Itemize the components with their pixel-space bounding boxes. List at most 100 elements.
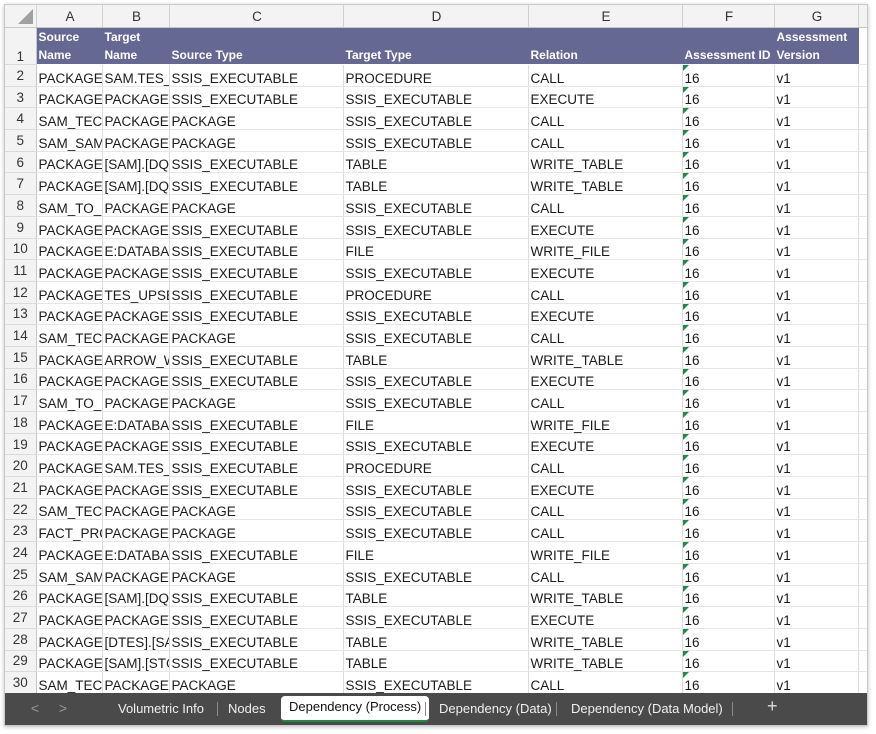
data-cell[interactable]: TABLE xyxy=(343,650,529,673)
data-cell[interactable]: PACKAGE\ xyxy=(102,259,170,282)
data-cell[interactable]: CALL xyxy=(528,64,683,87)
data-cell[interactable]: E:DATABAS xyxy=(102,411,170,434)
data-cell[interactable]: PACKAGE xyxy=(169,563,344,586)
data-cell[interactable]: [DTES].[SA xyxy=(102,628,170,651)
column-header[interactable]: G xyxy=(774,5,859,28)
data-cell[interactable]: 16 xyxy=(682,303,775,326)
empty-cell[interactable] xyxy=(858,519,867,543)
data-cell[interactable]: 16 xyxy=(682,216,775,239)
data-cell[interactable]: PACKAGE\ xyxy=(36,238,103,261)
row-number[interactable]: 10 xyxy=(5,238,37,261)
data-cell[interactable]: SSIS_EXECUTABLE xyxy=(343,216,529,239)
data-cell[interactable]: 16 xyxy=(682,64,775,87)
data-cell[interactable]: v1 xyxy=(774,346,859,369)
data-cell[interactable]: CALL xyxy=(528,194,683,217)
data-cell[interactable]: SSIS_EXECUTABLE xyxy=(343,324,529,347)
row-number[interactable]: 8 xyxy=(5,194,37,217)
data-cell[interactable]: PACKAGEI xyxy=(36,64,103,87)
data-cell[interactable]: PACKAGEI xyxy=(36,281,103,304)
column-header[interactable]: A xyxy=(36,5,103,28)
data-cell[interactable]: SSIS_EXECUTABLE xyxy=(343,606,529,629)
data-cell[interactable]: SSIS_EXECUTABLE xyxy=(169,151,344,174)
data-cell[interactable]: 16 xyxy=(682,650,775,673)
data-cell[interactable]: SSIS_EXECUTABLE xyxy=(343,368,529,391)
data-cell[interactable]: v1 xyxy=(774,172,859,196)
data-cell[interactable]: CALL xyxy=(528,107,683,131)
data-cell[interactable]: WRITE_TABLE xyxy=(528,151,683,174)
data-cell[interactable]: PACKAGE\ xyxy=(102,368,170,391)
data-cell[interactable]: 16 xyxy=(682,346,775,369)
data-cell[interactable]: EXECUTE xyxy=(528,86,683,109)
data-cell[interactable]: PACKAGE\ xyxy=(102,671,170,693)
data-cell[interactable]: 16 xyxy=(682,476,775,499)
data-cell[interactable]: v1 xyxy=(774,411,859,434)
data-cell[interactable]: WRITE_TABLE xyxy=(528,585,683,608)
data-cell[interactable]: PACKAGE\ xyxy=(102,498,170,521)
data-cell[interactable]: SSIS_EXECUTABLE xyxy=(169,281,344,304)
data-cell[interactable]: 16 xyxy=(682,606,775,629)
row-number[interactable]: 12 xyxy=(5,281,37,304)
data-cell[interactable]: SAM_TO_S xyxy=(36,194,103,217)
row-number[interactable]: 1 xyxy=(5,27,37,65)
data-cell[interactable]: SAM_TECH xyxy=(36,107,103,131)
row-number[interactable]: 3 xyxy=(5,86,37,109)
data-cell[interactable]: SSIS_EXECUTABLE xyxy=(169,585,344,608)
empty-cell[interactable] xyxy=(858,216,867,239)
data-cell[interactable]: WRITE_FILE xyxy=(528,411,683,434)
row-number[interactable]: 5 xyxy=(5,129,37,152)
data-cell[interactable]: SAM_TO_S xyxy=(36,389,103,412)
data-cell[interactable]: PACKAGE\ xyxy=(36,476,103,499)
data-cell[interactable]: v1 xyxy=(774,498,859,521)
data-cell[interactable]: v1 xyxy=(774,563,859,586)
empty-cell[interactable] xyxy=(858,541,867,564)
data-cell[interactable]: SAM_TECH xyxy=(36,671,103,693)
data-cell[interactable]: PACKAGE\ xyxy=(36,86,103,109)
empty-cell[interactable] xyxy=(858,476,867,499)
empty-cell[interactable] xyxy=(858,238,867,261)
data-cell[interactable]: SSIS_EXECUTABLE xyxy=(169,216,344,239)
row-number[interactable]: 4 xyxy=(5,107,37,131)
data-cell[interactable]: SSIS_EXECUTABLE xyxy=(169,346,344,369)
row-number[interactable]: 29 xyxy=(5,650,37,673)
data-cell[interactable]: FILE xyxy=(343,411,529,434)
data-cell[interactable]: 16 xyxy=(682,389,775,412)
data-cell[interactable]: EXECUTE xyxy=(528,259,683,282)
data-cell[interactable]: PACKAGE\ xyxy=(102,324,170,347)
data-cell[interactable]: v1 xyxy=(774,650,859,673)
empty-cell[interactable] xyxy=(858,585,867,608)
data-cell[interactable]: PACKAGE xyxy=(169,519,344,543)
data-cell[interactable]: v1 xyxy=(774,64,859,87)
empty-cell[interactable] xyxy=(858,606,867,629)
empty-cell[interactable] xyxy=(858,411,867,434)
data-cell[interactable]: SSIS_EXECUTABLE xyxy=(343,259,529,282)
data-cell[interactable]: ARROW_W xyxy=(102,346,170,369)
data-cell[interactable]: TABLE xyxy=(343,151,529,174)
data-cell[interactable]: SSIS_EXECUTABLE xyxy=(169,411,344,434)
data-cell[interactable]: SSIS_EXECUTABLE xyxy=(343,86,529,109)
data-cell[interactable]: v1 xyxy=(774,628,859,651)
row-number[interactable]: 7 xyxy=(5,172,37,196)
data-cell[interactable]: SSIS_EXECUTABLE xyxy=(169,541,344,564)
next-sheet-icon[interactable]: > xyxy=(55,700,71,716)
data-cell[interactable]: PACKAGE xyxy=(169,194,344,217)
data-cell[interactable]: 16 xyxy=(682,129,775,152)
data-cell[interactable]: 16 xyxy=(682,107,775,131)
tab-dependency-process[interactable]: Dependency (Process) xyxy=(281,696,430,722)
data-cell[interactable]: SSIS_EXECUTABLE xyxy=(169,433,344,456)
data-cell[interactable]: FACT_PRO xyxy=(36,519,103,543)
data-cell[interactable]: CALL xyxy=(528,389,683,412)
empty-cell[interactable] xyxy=(858,107,867,131)
data-cell[interactable]: 16 xyxy=(682,324,775,347)
data-cell[interactable]: PACKAGE\ xyxy=(36,585,103,608)
header-cell[interactable]: Target Name xyxy=(102,27,170,65)
column-header[interactable]: B xyxy=(102,5,170,28)
data-cell[interactable]: SSIS_EXECUTABLE xyxy=(343,433,529,456)
empty-cell[interactable] xyxy=(858,324,867,347)
column-header[interactable]: F xyxy=(682,5,775,28)
data-cell[interactable]: PACKAGE\ xyxy=(36,346,103,369)
data-cell[interactable]: 16 xyxy=(682,563,775,586)
data-cell[interactable]: PACKAGE\ xyxy=(102,606,170,629)
data-cell[interactable]: 16 xyxy=(682,585,775,608)
data-cell[interactable]: v1 xyxy=(774,541,859,564)
data-cell[interactable]: WRITE_FILE xyxy=(528,541,683,564)
